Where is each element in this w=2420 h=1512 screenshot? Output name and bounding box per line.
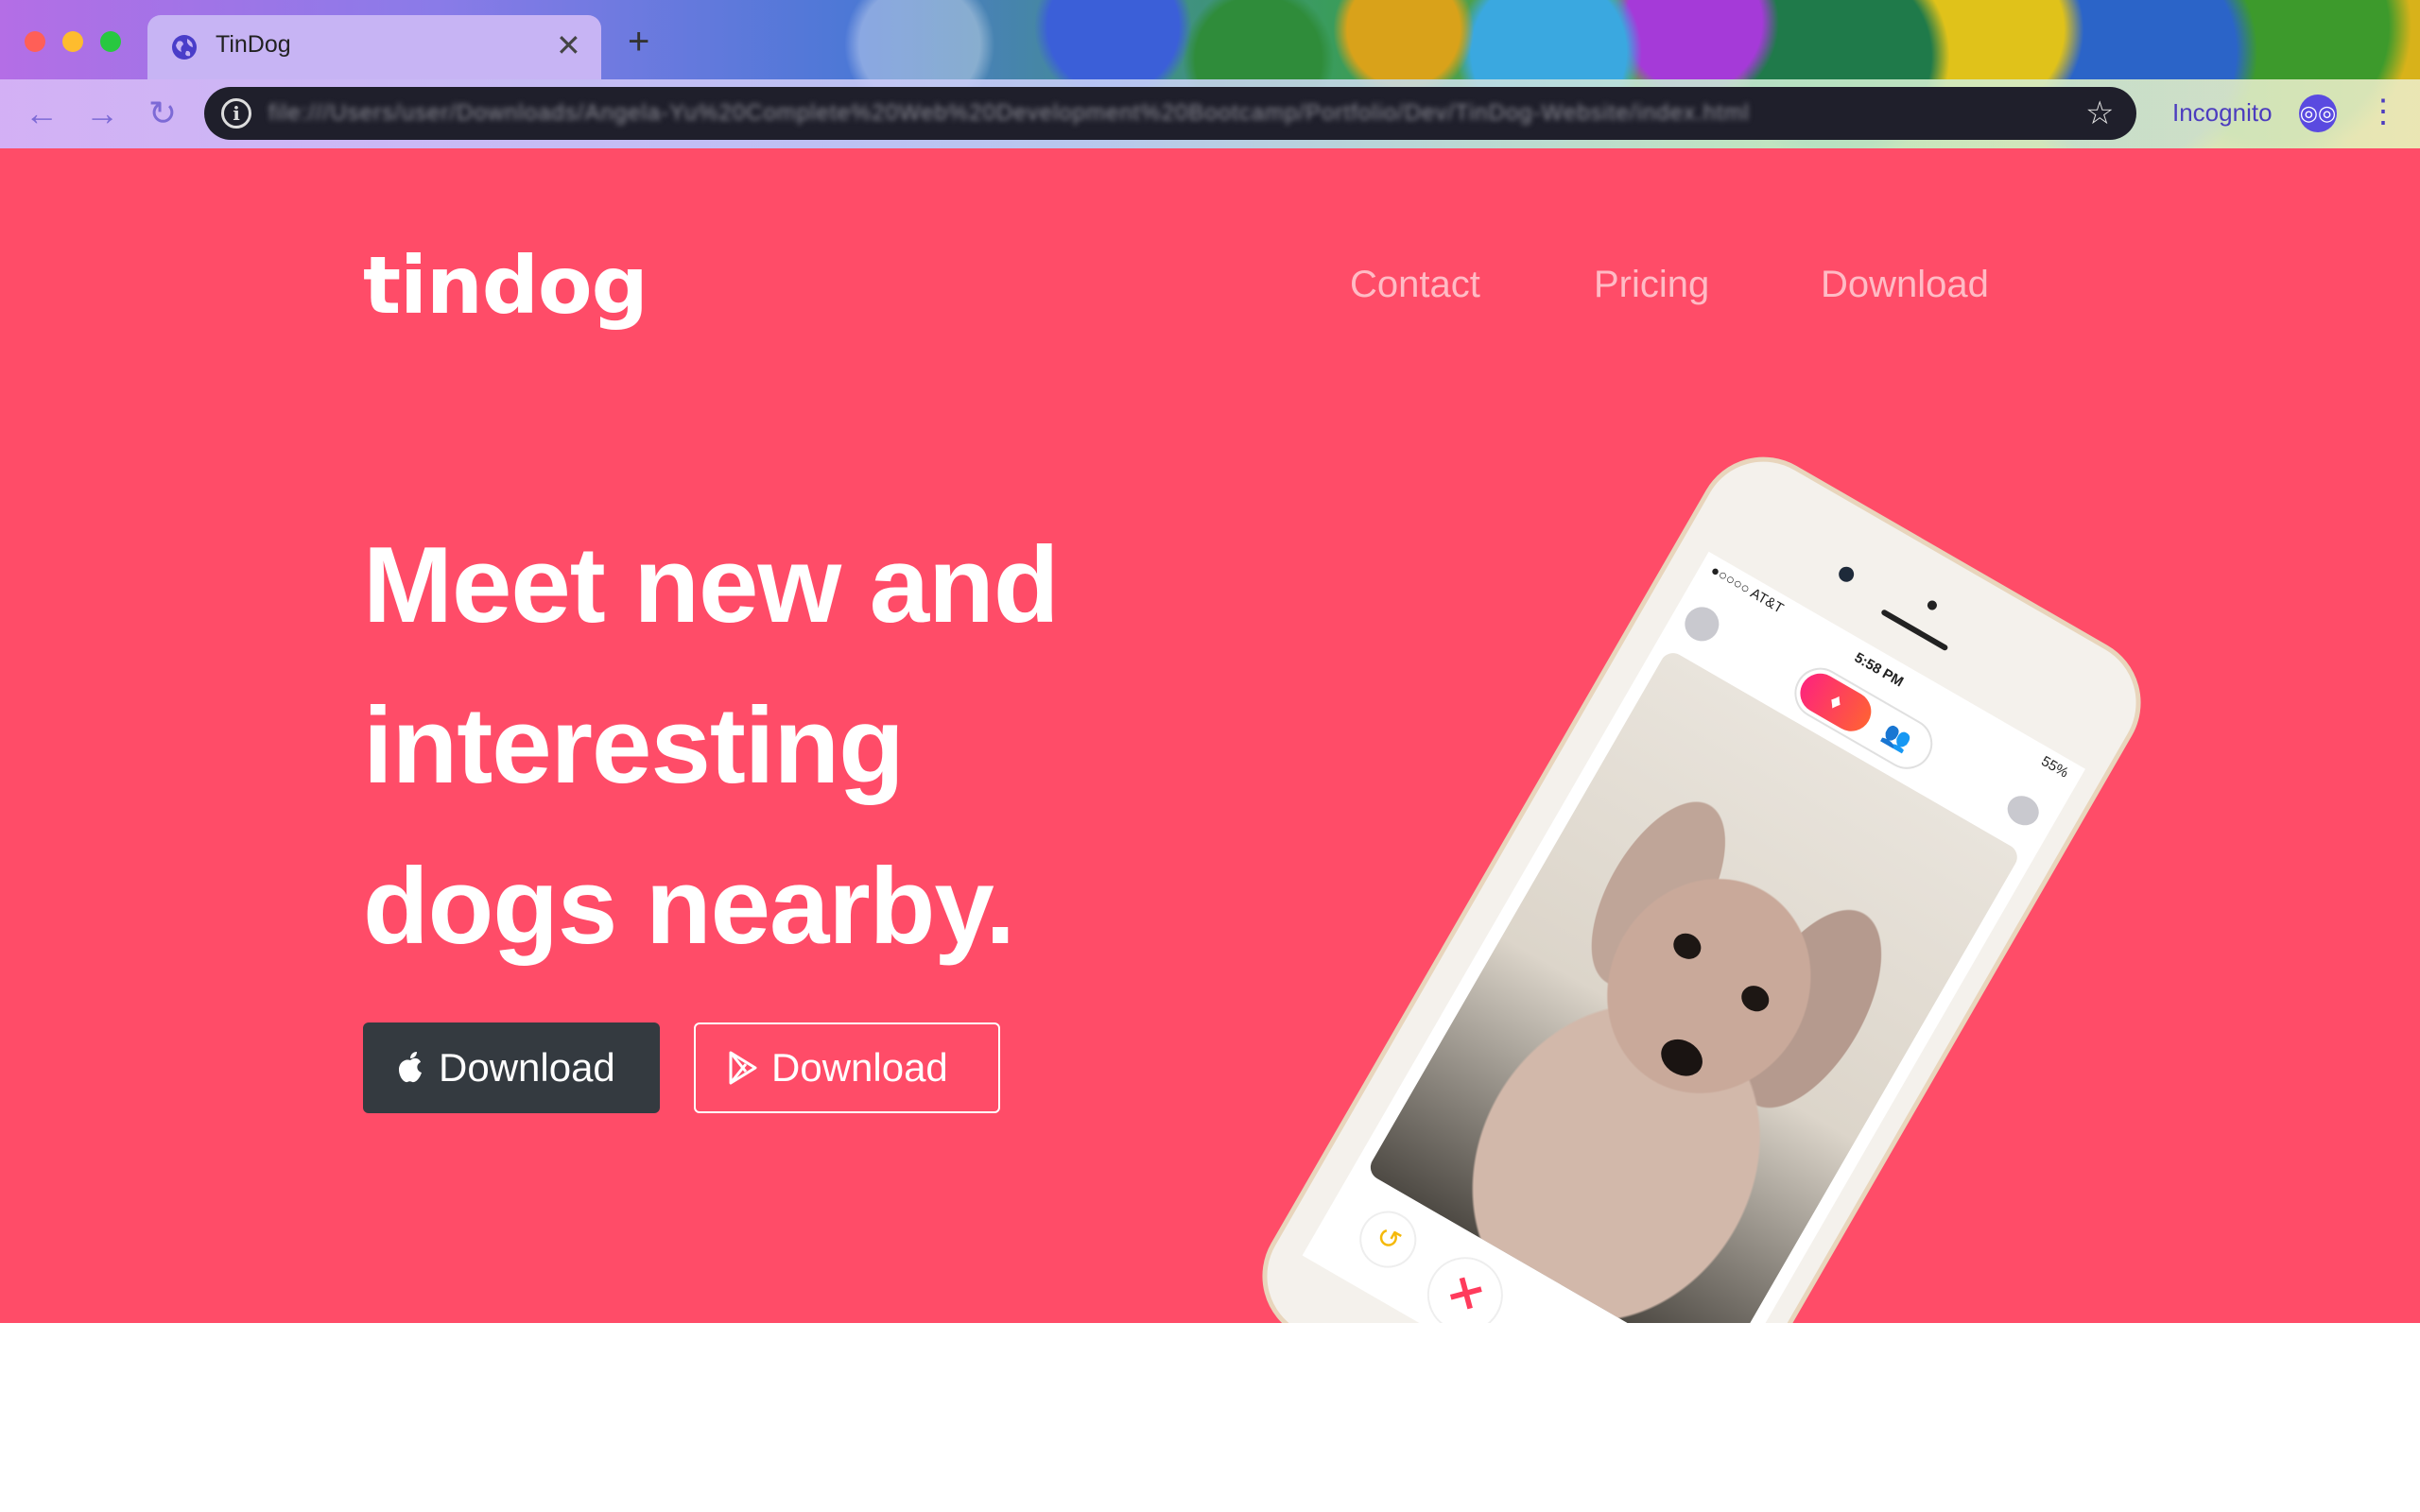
rewind-icon: ↺ [1349, 1200, 1427, 1279]
dog-nose [1654, 1032, 1710, 1084]
apple-download-button[interactable]: Download [363, 1022, 660, 1113]
back-arrow-icon[interactable]: ← [23, 94, 60, 132]
incognito-icon[interactable]: ◎◎ [2299, 94, 2337, 132]
phone-sensor [1926, 598, 1939, 612]
phone-mockup: ●○○○○ AT&T 5:58 PM 55% ♦ 👥 ↺ ✕ [1237, 433, 2166, 1323]
site-info-icon[interactable]: i [221, 98, 251, 129]
hero-headline: Meet new and interesting dogs nearby. [363, 506, 1308, 988]
reload-icon[interactable]: ↻ [144, 94, 182, 132]
profile-icon [1678, 600, 1725, 647]
google-play-download-button[interactable]: Download [694, 1022, 1000, 1113]
nav-link-download[interactable]: Download [1821, 264, 1989, 306]
minimize-window-button[interactable] [62, 31, 83, 52]
tab-close-icon[interactable]: ✕ [556, 28, 581, 62]
headline-line-1: Meet new and [363, 525, 1059, 645]
tab-title: TinDog [216, 31, 291, 58]
nav-link-pricing[interactable]: Pricing [1594, 264, 1709, 306]
url-text[interactable]: file:///Users/user/Downloads/Angela-Yu%2… [268, 100, 2065, 127]
chat-icon [2001, 790, 2045, 832]
google-play-icon [729, 1051, 757, 1085]
apple-download-label: Download [439, 1045, 615, 1090]
time-text: 5:58 PM [1851, 649, 1907, 691]
forward-arrow-icon[interactable]: → [83, 94, 121, 132]
brand-logo[interactable]: tindog [363, 239, 648, 332]
nope-icon: ✕ [1413, 1243, 1517, 1323]
close-window-button[interactable] [25, 31, 45, 52]
apple-icon [399, 1052, 422, 1083]
browser-tab[interactable]: TinDog ✕ [147, 15, 601, 79]
phone-screen: ●○○○○ AT&T 5:58 PM 55% ♦ 👥 ↺ ✕ [1302, 551, 2086, 1323]
globe-icon [172, 35, 197, 60]
browser-chrome: TinDog ✕ + ← → ↻ i file:///Users/user/Do… [0, 0, 2420, 148]
google-play-download-label: Download [771, 1045, 948, 1090]
nav-link-contact[interactable]: Contact [1350, 264, 1480, 306]
dog-eye-right [1737, 980, 1774, 1017]
headline-line-2: interesting [363, 686, 905, 806]
address-bar[interactable]: i file:///Users/user/Downloads/Angela-Yu… [204, 87, 2136, 140]
bookmark-star-icon[interactable]: ☆ [2085, 94, 2114, 132]
browser-menu-icon[interactable]: ⋮ [2367, 91, 2399, 132]
carrier-text: ●○○○○ AT&T [1707, 561, 1787, 617]
headline-line-3: dogs nearby. [363, 847, 1015, 967]
incognito-label: Incognito [2172, 98, 2273, 127]
new-tab-button[interactable]: + [628, 23, 649, 60]
phone-speaker [1880, 609, 1949, 652]
phone-camera [1836, 563, 1858, 585]
group-icon: 👥 [1878, 719, 1916, 756]
dog-eye-left [1668, 928, 1706, 965]
phone-body: ●○○○○ AT&T 5:58 PM 55% ♦ 👥 ↺ ✕ [1237, 433, 2166, 1323]
hero-section: tindog Contact Pricing Download Meet new… [0, 148, 2420, 1323]
battery-text: 55% [2038, 752, 2071, 782]
maximize-window-button[interactable] [100, 31, 121, 52]
